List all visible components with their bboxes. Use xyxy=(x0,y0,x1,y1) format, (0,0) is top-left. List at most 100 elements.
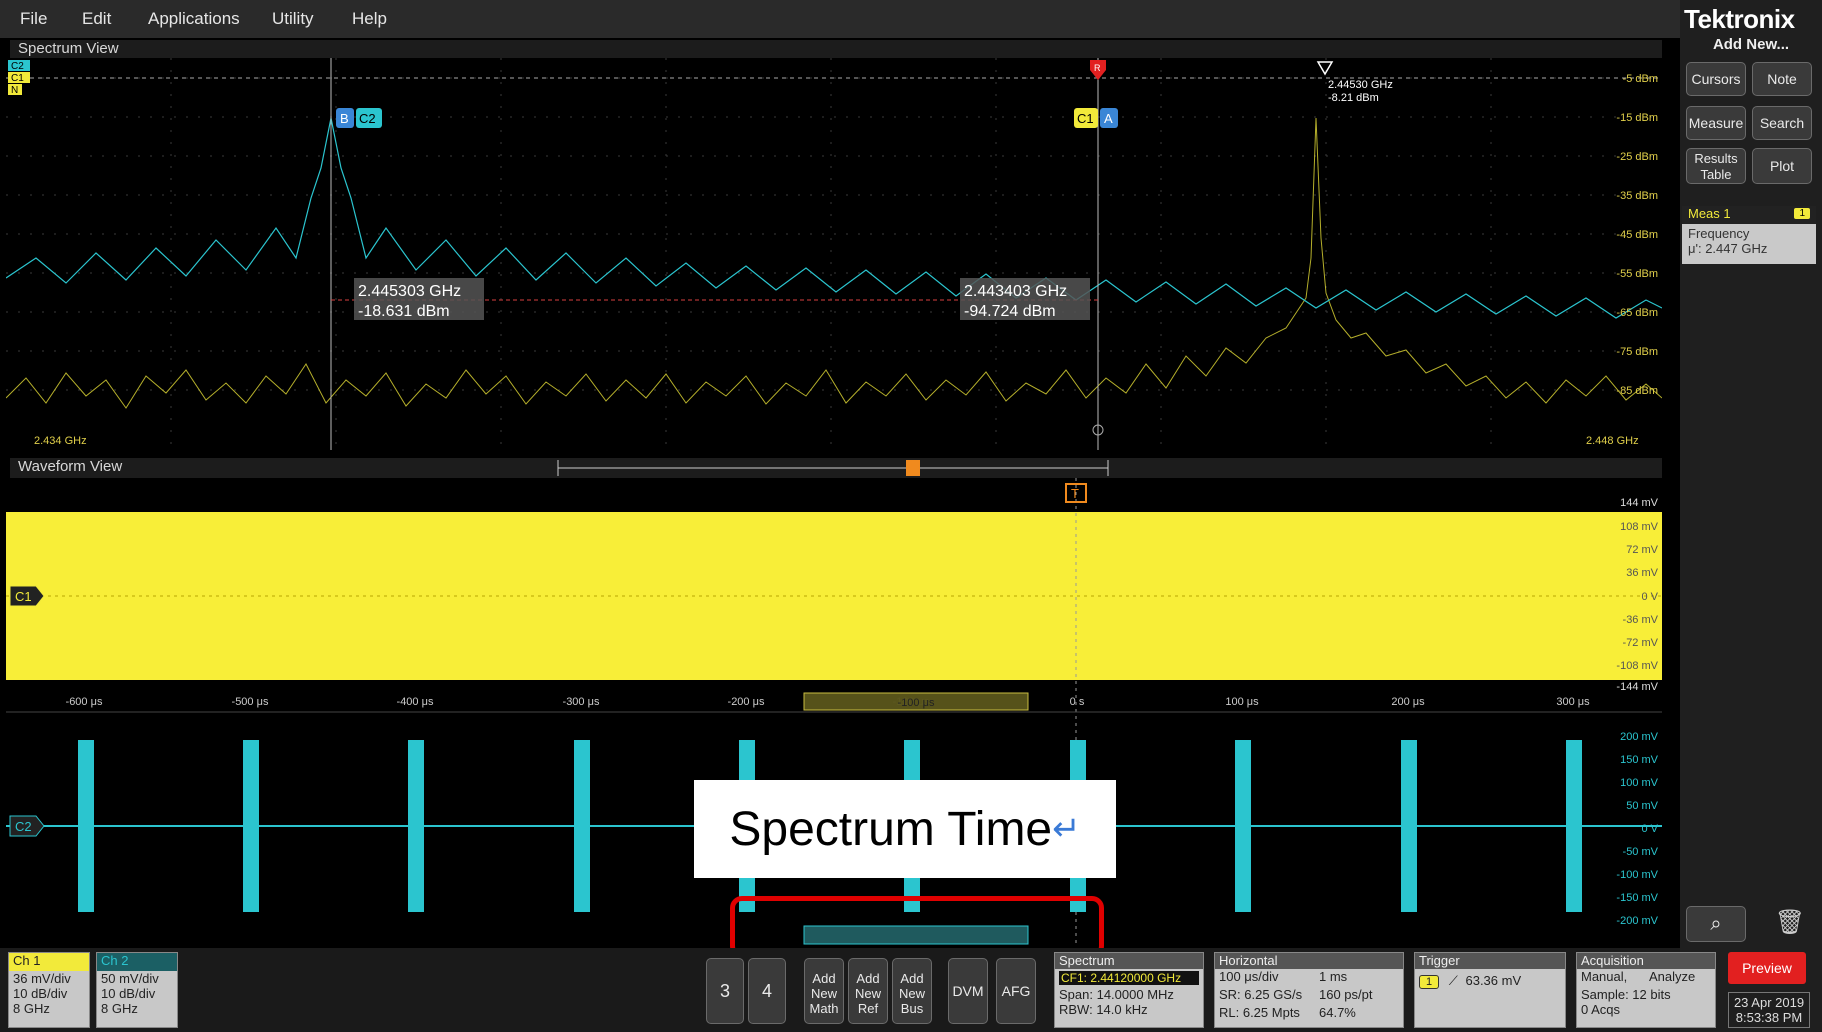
bottom-settings-bar: Ch 1 36 mV/div 10 dB/div 8 GHz Ch 2 50 m… xyxy=(0,948,1716,1032)
menu-file[interactable]: File xyxy=(20,9,47,29)
waveform-view-title: Waveform View xyxy=(18,458,123,475)
plot-button[interactable]: Plot xyxy=(1752,148,1812,184)
meas1-body[interactable]: Frequency μ': 2.447 GHz xyxy=(1682,224,1816,264)
menu-applications[interactable]: Applications xyxy=(148,9,240,29)
horizontal-position: 64.7% xyxy=(1319,1005,1356,1020)
return-symbol-icon: ↵ xyxy=(1052,810,1081,848)
spectrum-badge[interactable]: Spectrum CF1: 2.44120000 GHz Span: 14.00… xyxy=(1054,952,1204,1028)
zoom-icon[interactable]: ⌕ xyxy=(1686,906,1746,942)
trigger-title: Trigger xyxy=(1415,953,1565,969)
acquisition-mode: Manual, xyxy=(1581,969,1628,984)
add-new-bus-button[interactable]: Add New Bus xyxy=(892,958,932,1024)
c1-y-tick: 0 V xyxy=(1641,591,1658,603)
x-tick: -500 μs xyxy=(232,696,269,708)
x-tick: -600 μs xyxy=(66,696,103,708)
spectrum-start-freq: 2.434 GHz xyxy=(34,435,87,447)
horizontal-scale: 100 μs/div xyxy=(1219,969,1279,984)
spectrum-span: Span: 14.0000 MHz xyxy=(1059,987,1174,1002)
menu-help[interactable]: Help xyxy=(352,9,387,29)
x-tick: 200 μs xyxy=(1391,696,1425,708)
ch1-scale: 36 mV/div xyxy=(13,971,71,986)
peak-level: -8.21 dBm xyxy=(1328,92,1379,104)
ch4-button[interactable]: 4 xyxy=(748,958,786,1024)
meas1-value: μ': 2.447 GHz xyxy=(1688,241,1768,256)
c1-y-tick: 72 mV xyxy=(1626,544,1658,556)
cursor-b-badge-label: B xyxy=(340,111,349,126)
oscilloscope-window: File Edit Applications Utility Help Spec… xyxy=(0,0,1822,1032)
meas1-header[interactable]: Meas 1 1 xyxy=(1682,206,1816,224)
horizontal-resolution: 160 ps/pt xyxy=(1319,987,1373,1002)
date-time-display: 23 Apr 2019 8:53:38 PM xyxy=(1728,992,1810,1028)
note-button[interactable]: Note xyxy=(1752,62,1812,96)
time-display: 8:53:38 PM xyxy=(1735,1010,1803,1025)
c2-handle-label: C2 xyxy=(11,61,24,72)
cursor-a-level: -94.724 dBm xyxy=(964,303,1056,320)
menu-edit[interactable]: Edit xyxy=(82,9,111,29)
ch1-title: Ch 1 xyxy=(9,953,89,971)
menu-bar: File Edit Applications Utility Help xyxy=(0,0,1680,38)
x-tick: -400 μs xyxy=(397,696,434,708)
cursors-button[interactable]: Cursors xyxy=(1686,62,1746,96)
noise-handle-label: N xyxy=(11,85,18,96)
spectrum-y-tick: -55 dBm xyxy=(1616,268,1658,280)
ch2-badge[interactable]: Ch 2 50 mV/div 10 dB/div 8 GHz xyxy=(96,952,178,1028)
horizontal-badge[interactable]: Horizontal 100 μs/div 1 ms SR: 6.25 GS/s 1… xyxy=(1214,952,1404,1028)
gate-label: -100 μs xyxy=(898,697,935,709)
spectrum-y-tick: -65 dBm xyxy=(1616,307,1658,319)
c2-y-tick: 100 mV xyxy=(1620,777,1659,789)
c1-waveform-handle-label: C1 xyxy=(15,589,32,604)
search-button[interactable]: Search xyxy=(1752,106,1812,140)
c1-y-tick: -72 mV xyxy=(1623,637,1659,649)
spectrum-view-title: Spectrum View xyxy=(18,40,119,57)
overview-trigger-marker-icon xyxy=(906,460,920,476)
measure-button[interactable]: Measure xyxy=(1686,106,1746,140)
c2-y-tick: -50 mV xyxy=(1623,846,1659,858)
meas1-title: Meas 1 xyxy=(1688,206,1731,221)
trigger-level: 63.36 mV xyxy=(1465,973,1522,988)
results-table-button[interactable]: Results Table xyxy=(1686,148,1746,184)
c1-y-tick: 36 mV xyxy=(1626,567,1658,579)
spectrum-stop-freq: 2.448 GHz xyxy=(1586,435,1639,447)
horizontal-duration: 1 ms xyxy=(1319,969,1348,984)
peak-marker-icon[interactable] xyxy=(1316,61,1334,76)
acquisition-badge[interactable]: Acquisition Manual, Analyze Sample: 12 bi… xyxy=(1576,952,1716,1028)
spectrum-y-tick: -25 dBm xyxy=(1616,151,1658,163)
cursor-a-freq: 2.443403 GHz xyxy=(964,283,1067,300)
spectrum-rbw: RBW: 14.0 kHz xyxy=(1059,1002,1148,1017)
c1-y-tick: 108 mV xyxy=(1620,521,1659,533)
trigger-badge[interactable]: Trigger 1 ⟋ 63.36 mV xyxy=(1414,952,1566,1028)
spectrum-view[interactable]: -5 dBm -15 dBm -25 dBm -35 dBm -45 dBm -… xyxy=(5,58,1663,450)
preview-button[interactable]: Preview xyxy=(1728,952,1806,984)
cursor-a-channel-label: C1 xyxy=(1077,111,1094,126)
spectrum-y-tick: -35 dBm xyxy=(1616,190,1658,202)
ch3-button[interactable]: 3 xyxy=(706,958,744,1024)
add-new-ref-button[interactable]: Add New Ref xyxy=(848,958,888,1024)
horizontal-record-length: RL: 6.25 Mpts xyxy=(1219,1005,1300,1020)
dvm-button[interactable]: DVM xyxy=(948,958,988,1024)
spectrum-time-annotation: Spectrum Time ↵ xyxy=(694,780,1116,878)
spectrum-badge-title: Spectrum xyxy=(1055,953,1203,969)
reference-marker-label: R xyxy=(1094,63,1101,73)
c2-spectrum-trace xyxy=(5,117,1663,319)
waveform-overview-bar[interactable] xyxy=(554,456,1114,480)
spectrum-center-freq: CF1: 2.44120000 GHz xyxy=(1059,971,1199,985)
spectrum-y-tick: -85 dBm xyxy=(1616,385,1658,397)
c1-handle-label: C1 xyxy=(11,73,24,84)
ch1-bandwidth: 8 GHz xyxy=(13,1001,50,1016)
x-tick: 0 s xyxy=(1070,696,1085,708)
spectrum-y-tick: -75 dBm xyxy=(1616,346,1658,358)
c1-y-tick: -36 mV xyxy=(1623,614,1659,626)
spectrum-view-title-bar: Spectrum View xyxy=(10,40,1662,58)
trigger-source-badge: 1 xyxy=(1419,975,1440,989)
ch1-db-scale: 10 dB/div xyxy=(13,986,68,1001)
menu-utility[interactable]: Utility xyxy=(272,9,314,29)
acquisition-sample: Sample: 12 bits xyxy=(1581,987,1671,1002)
trigger-marker-label: T xyxy=(1071,486,1079,501)
c1-y-tick: -108 mV xyxy=(1616,660,1658,672)
trash-icon[interactable]: 🗑 xyxy=(1772,906,1808,942)
add-new-math-button[interactable]: Add New Math xyxy=(804,958,844,1024)
ch1-badge[interactable]: Ch 1 36 mV/div 10 dB/div 8 GHz xyxy=(8,952,90,1028)
c2-y-tick: -150 mV xyxy=(1616,892,1658,904)
x-tick: 100 μs xyxy=(1225,696,1259,708)
afg-button[interactable]: AFG xyxy=(996,958,1036,1024)
